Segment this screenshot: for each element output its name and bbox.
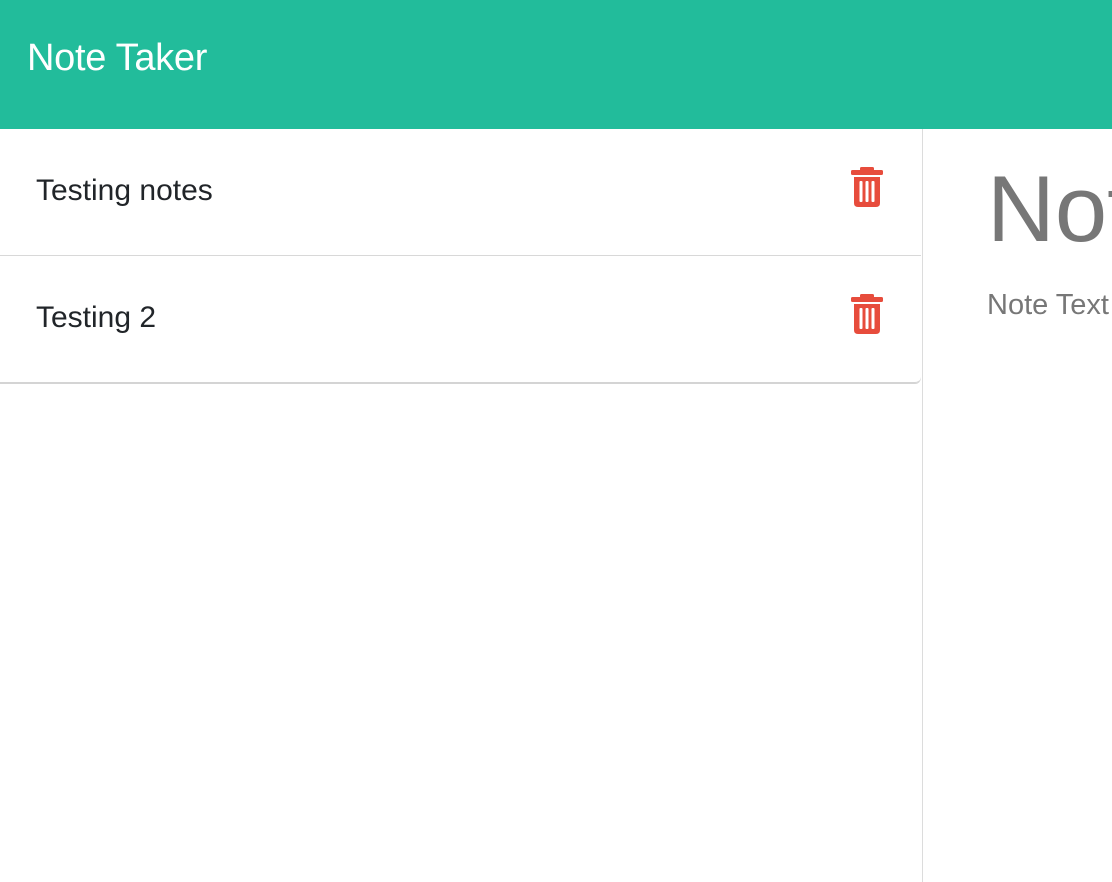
note-text-input[interactable] [987, 287, 1112, 687]
note-list-item[interactable]: Testing 2 [0, 256, 921, 383]
note-editor [923, 129, 1112, 882]
note-list: Testing notes Testing 2 [0, 129, 921, 383]
trash-icon[interactable] [849, 294, 885, 334]
note-list-item[interactable]: Testing notes [0, 129, 921, 256]
notes-sidebar: Testing notes Testing 2 [0, 129, 923, 882]
note-list-item-title[interactable]: Testing 2 [36, 300, 156, 336]
note-title-input[interactable] [987, 154, 1112, 264]
brand-title[interactable]: Note Taker [27, 36, 207, 80]
note-list-item-title[interactable]: Testing notes [36, 173, 213, 209]
navbar: Note Taker [0, 0, 1112, 129]
trash-icon[interactable] [849, 167, 885, 207]
